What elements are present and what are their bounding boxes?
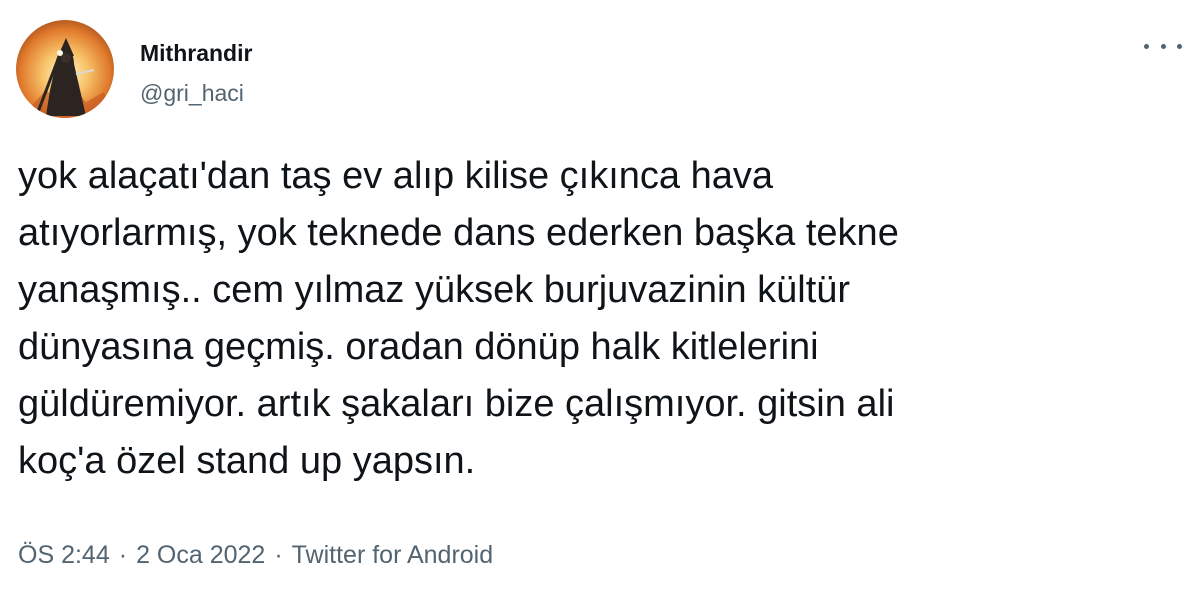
user-handle[interactable]: @gri_haci: [140, 78, 252, 108]
tweet-time[interactable]: ÖS 2:44: [18, 540, 110, 570]
more-dot: [1144, 43, 1149, 49]
tweet-header: Mithrandir @gri_haci: [16, 20, 252, 120]
meta-separator: ·: [118, 541, 128, 569]
tweet-source[interactable]: Twitter for Android: [292, 540, 493, 570]
tweet-card: Mithrandir @gri_haci yok alaçatı'dan taş…: [0, 0, 1200, 592]
meta-separator: ·: [274, 541, 283, 569]
tweet-metadata: ÖS 2:44 · 2 Oca 2022 · Twitter for Andro…: [18, 540, 493, 570]
display-name[interactable]: Mithrandir: [140, 38, 252, 68]
more-dot: [1160, 43, 1166, 49]
tweet-date[interactable]: 2 Oca 2022: [136, 540, 265, 570]
avatar[interactable]: [16, 20, 114, 118]
more-dot: [1177, 43, 1182, 49]
wizard-avatar-icon: [16, 20, 114, 118]
user-info: Mithrandir @gri_haci: [140, 38, 252, 108]
more-options-button[interactable]: [1144, 34, 1182, 58]
tweet-text: yok alaçatı'dan taş ev alıp kilise çıkın…: [18, 155, 899, 482]
